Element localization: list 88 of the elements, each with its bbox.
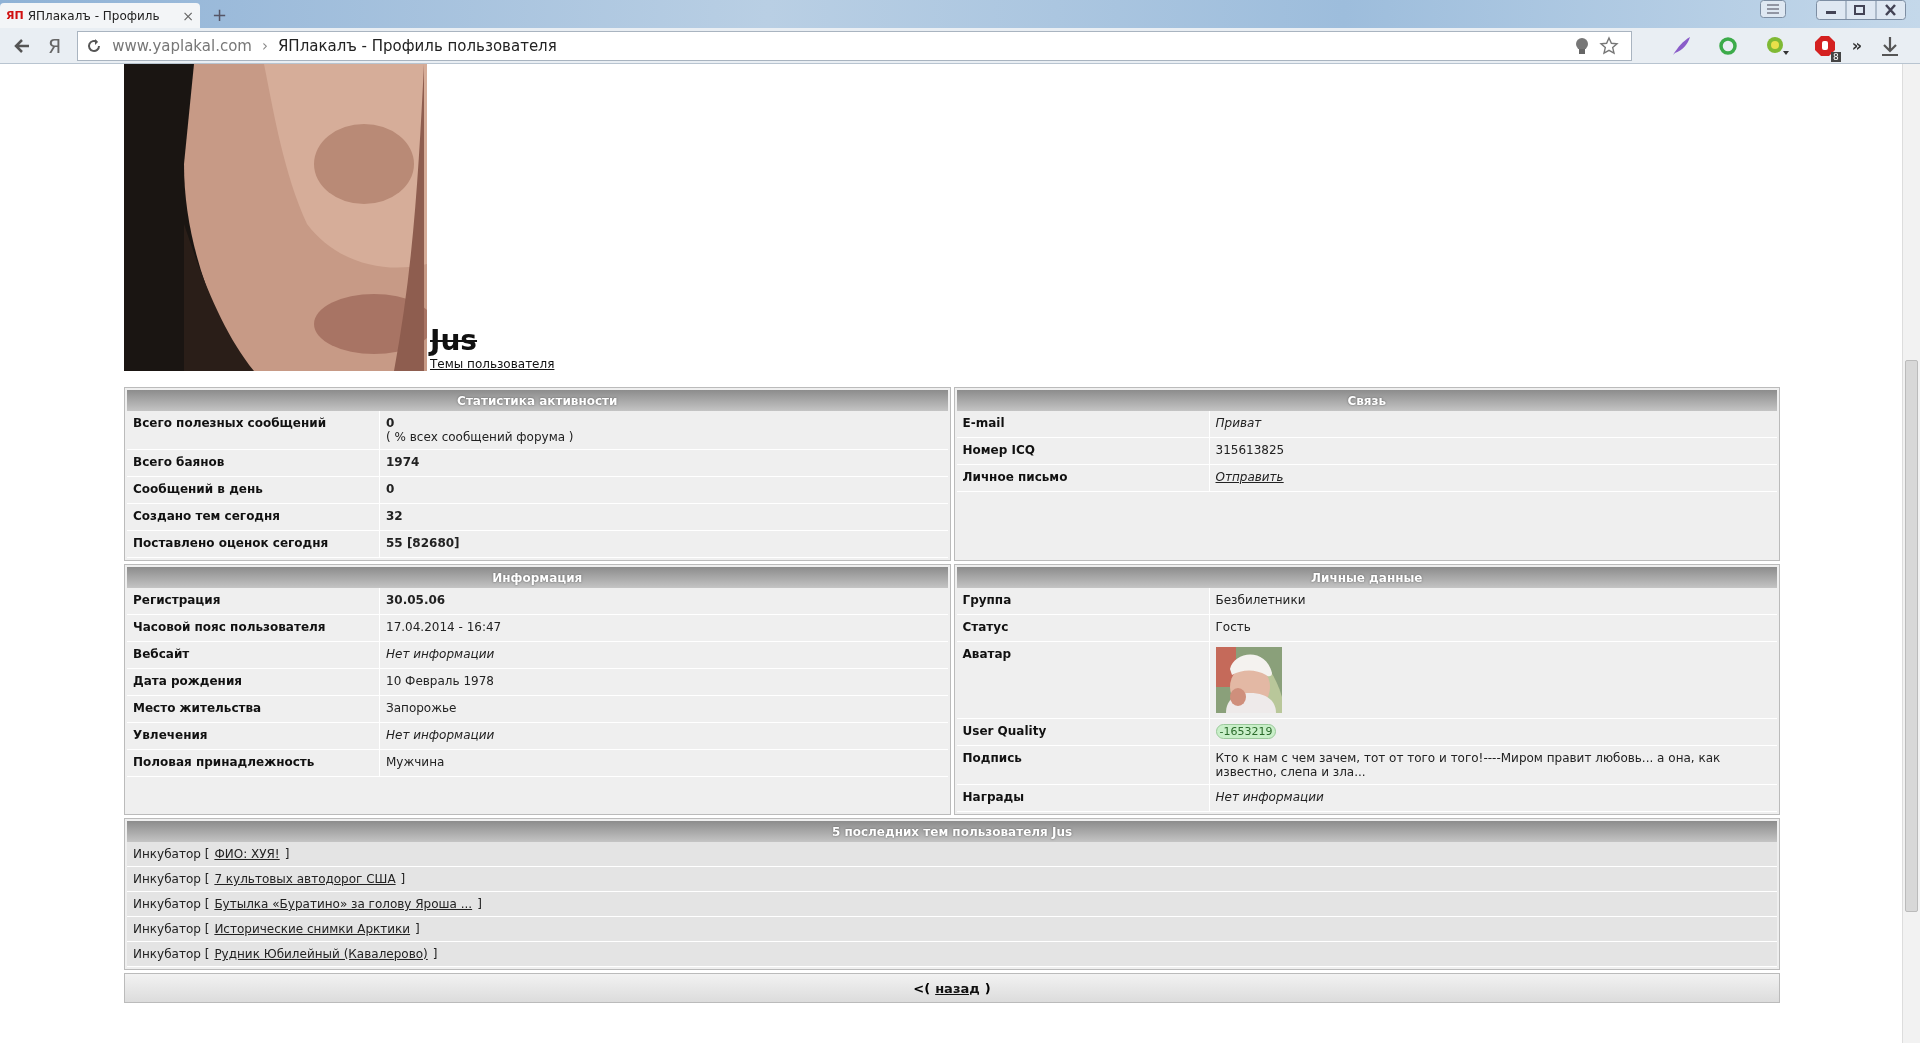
field-label: Аватар: [956, 642, 1210, 718]
bracket: ]: [477, 897, 482, 911]
panel-header: Информация: [127, 567, 948, 588]
more-extensions-button[interactable]: »: [1851, 36, 1862, 55]
panel-header: 5 последних тем пользователя Jus: [127, 821, 1777, 842]
panel-header: Связь: [956, 390, 1777, 411]
tab-title: ЯПлакалъ - Профиль: [27, 8, 161, 23]
field-value: 30.05.06: [386, 593, 446, 607]
address-bar[interactable]: www.yaplakal.com › ЯПлакалъ - Профиль пользователя: [77, 30, 1632, 61]
topic-link[interactable]: Исторические снимки Арктики: [214, 922, 411, 936]
field-value: 0: [386, 416, 395, 430]
bracket: ]: [432, 947, 438, 961]
download-icon[interactable]: [1880, 34, 1900, 57]
field-label: Группа: [956, 588, 1210, 614]
page-title: ЯПлакалъ - Профиль пользователя: [277, 36, 557, 55]
field-label: Вебсайт: [127, 642, 380, 668]
panel-header: Личные данные: [956, 567, 1777, 588]
field-label: Часовой пояс пользователя: [127, 615, 380, 641]
field-label: Сообщений в день: [127, 477, 380, 503]
panel-header: Статистика активности: [127, 390, 948, 411]
username: Jus: [430, 327, 479, 355]
field-value: Гость: [1215, 620, 1251, 634]
bracket: ]: [284, 847, 290, 861]
browser-tab[interactable]: ЯП ЯПлакалъ - Профиль ×: [0, 3, 200, 28]
field-value: Запорожье: [386, 701, 457, 715]
field-value: Безбилетники: [1215, 593, 1306, 607]
bracket: ]: [400, 872, 406, 886]
field-label: Номер ICQ: [956, 438, 1210, 464]
circle-icon[interactable]: [1717, 35, 1738, 56]
topic-section: Инкубатор [: [133, 897, 210, 911]
url-domain: www.yaplakal.com: [112, 36, 252, 55]
bracket: ): [984, 980, 991, 996]
field-label: Статус: [956, 615, 1210, 641]
lightbulb-icon[interactable]: [1574, 36, 1589, 55]
topic-section: Инкубатор [: [133, 847, 210, 861]
field-value: Нет информации: [386, 728, 495, 742]
field-label: Место жительства: [127, 696, 380, 722]
topic-link[interactable]: Рудник Юбилейный (Кавалерово): [214, 947, 428, 961]
tab-close-button[interactable]: ×: [182, 7, 194, 24]
scrollbar-thumb[interactable]: [1905, 360, 1918, 912]
topic-link[interactable]: 7 культовых автодорог США: [214, 872, 396, 886]
send-message-link[interactable]: Отправить: [1215, 470, 1284, 484]
reload-icon[interactable]: [86, 37, 103, 54]
window-controls-drawing[interactable]: [1816, 0, 1906, 20]
field-value: 32: [386, 509, 403, 523]
star-icon[interactable]: [1598, 35, 1619, 56]
field-label: E-mail: [956, 411, 1210, 437]
field-value: 0: [386, 482, 395, 496]
url-separator: ›: [261, 36, 268, 55]
field-value: 55 [82680]: [386, 536, 460, 550]
field-label: Всего баянов: [127, 450, 380, 476]
field-label: Регистрация: [127, 588, 380, 614]
field-value: 315613825: [1215, 443, 1285, 457]
menu-icon[interactable]: [1760, 0, 1786, 18]
field-value: 17.04.2014 - 16:47: [386, 620, 502, 634]
field-note: ( % всех сообщений форума ): [386, 430, 574, 444]
field-value: Мужчина: [386, 755, 445, 769]
extension-badge: 8: [1830, 51, 1841, 62]
back-link[interactable]: назад: [935, 980, 980, 996]
field-label: Подпись: [956, 746, 1210, 784]
topic-link[interactable]: ФИО: ХУЯ!: [214, 847, 280, 861]
field-label: Всего полезных сообщений: [127, 411, 380, 449]
field-label: Личное письмо: [956, 465, 1210, 491]
field-value: Нет информации: [386, 647, 495, 661]
bracket: ]: [415, 922, 420, 936]
topic-section: Инкубатор [: [133, 922, 210, 936]
scrollbar[interactable]: [1902, 64, 1920, 1043]
field-label: Дата рождения: [127, 669, 380, 695]
field-label: Половая принадлежность: [127, 750, 380, 776]
field-value: Приват: [1215, 416, 1262, 430]
topic-section: Инкубатор [: [133, 872, 210, 886]
field-label: User Quality: [956, 719, 1210, 745]
field-value: 1974: [386, 455, 420, 469]
field-label: Создано тем сегодня: [127, 504, 380, 530]
field-label: Награды: [956, 785, 1210, 811]
topic-link[interactable]: Бутылка «Буратино» за голову Яроша ...: [214, 897, 473, 911]
field-label: Поставлено оценок сегодня: [127, 531, 380, 557]
field-label: Увлечения: [127, 723, 380, 749]
bracket: <(: [913, 980, 931, 996]
quality-badge: -1653219: [1215, 724, 1277, 739]
user-topics-link[interactable]: Темы пользователя: [430, 357, 555, 371]
field-value: Кто к нам с чем зачем, тот от того и того!----Миром правит любовь... а она, как известно, слепа и зла...: [1215, 751, 1722, 779]
home-button[interactable]: Я: [42, 34, 68, 57]
site-logo: ЯП: [6, 9, 24, 22]
field-value: 10 Февраль 1978: [386, 674, 494, 688]
topic-section: Инкубатор [: [133, 947, 210, 961]
field-value: Нет информации: [1215, 790, 1324, 804]
new-tab-button[interactable]: +: [212, 4, 228, 25]
